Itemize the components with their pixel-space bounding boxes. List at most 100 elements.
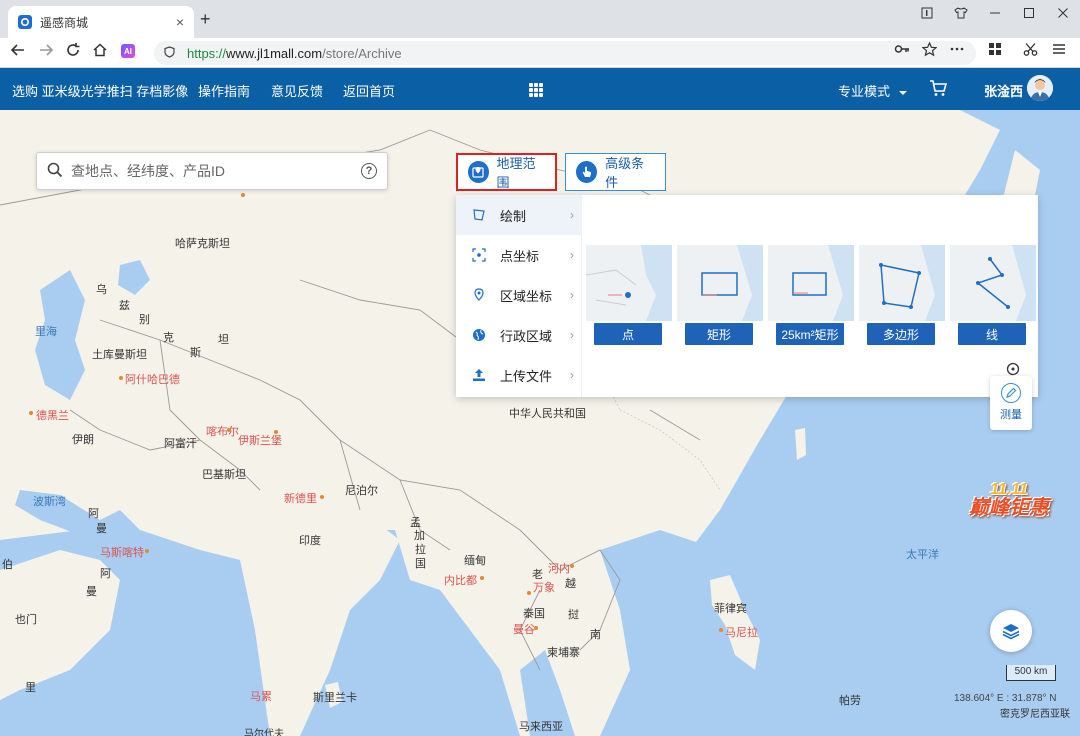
map-label: 内比都 bbox=[444, 575, 477, 587]
map-label: 缅甸 bbox=[464, 555, 486, 567]
map-label: 斯 bbox=[190, 347, 201, 359]
map-label: 尼泊尔 bbox=[345, 485, 378, 497]
map-label: 别 bbox=[139, 314, 150, 326]
draw-option-polygon[interactable]: 多边形 bbox=[859, 245, 945, 349]
promo-main-text: 巅峰钜惠 bbox=[969, 497, 1049, 519]
map-label: 柬埔寨 bbox=[547, 647, 580, 659]
caret-down-icon bbox=[898, 90, 907, 95]
map-label: 阿 bbox=[88, 508, 99, 520]
map-label: 曼 bbox=[86, 586, 97, 598]
close-window-icon[interactable] bbox=[1046, 7, 1080, 22]
extensions-grid-icon[interactable] bbox=[988, 42, 1002, 59]
minimize-icon[interactable] bbox=[978, 7, 1012, 22]
reload-icon[interactable] bbox=[65, 42, 81, 63]
advanced-filter-button[interactable]: 高级条件 bbox=[565, 153, 666, 191]
search-icon bbox=[47, 162, 63, 181]
option-label: 25km²矩形 bbox=[776, 323, 844, 345]
more-dots-icon[interactable] bbox=[950, 42, 964, 59]
apps-grid-icon[interactable] bbox=[529, 83, 543, 97]
option-thumbnail bbox=[950, 245, 1036, 321]
map-label: 马斯喀特 bbox=[100, 547, 144, 559]
measure-label: 测量 bbox=[1000, 409, 1022, 421]
security-shield-icon[interactable] bbox=[164, 45, 175, 61]
map-label: 马来西亚 bbox=[519, 721, 563, 733]
map-label: 里海 bbox=[35, 326, 57, 338]
bookmark-star-icon[interactable] bbox=[921, 41, 938, 60]
search-input[interactable] bbox=[71, 163, 361, 179]
map-label: 太平洋 bbox=[906, 549, 939, 561]
option-thumbnail bbox=[586, 245, 672, 321]
option-thumbnail bbox=[677, 245, 763, 321]
menu-item-area-coord[interactable]: 区域坐标 › bbox=[456, 275, 582, 315]
nav-guide[interactable]: 操作指南 bbox=[198, 81, 250, 100]
geo-range-label: 地理范围 bbox=[496, 156, 536, 190]
ruler-pencil-icon bbox=[1001, 383, 1021, 403]
map-label: 马尔代夫 bbox=[244, 729, 284, 736]
shirt-icon[interactable] bbox=[944, 6, 978, 22]
forward-arrow-icon[interactable] bbox=[38, 42, 54, 63]
menu-item-label: 绘制 bbox=[500, 208, 527, 224]
map-label: 阿富汗 bbox=[164, 438, 197, 450]
map-label: 挝 bbox=[568, 609, 579, 621]
draw-option-line[interactable]: 线 bbox=[950, 245, 1036, 349]
menu-item-point-coord[interactable]: 点坐标 › bbox=[456, 235, 582, 275]
menu-item-draw[interactable]: 绘制 › bbox=[456, 195, 582, 235]
url-field[interactable]: https:// www.jl1mall.com /store/Archive bbox=[154, 41, 976, 65]
scissors-icon[interactable] bbox=[1023, 42, 1038, 60]
menu-item-label: 区域坐标 bbox=[500, 288, 553, 304]
promo-banner[interactable]: 11.11 巅峰钜惠 bbox=[965, 481, 1053, 519]
maximize-icon[interactable] bbox=[1012, 7, 1046, 22]
map-label: 克 bbox=[163, 332, 174, 344]
option-label: 多边形 bbox=[867, 323, 935, 345]
user-avatar[interactable] bbox=[1027, 75, 1053, 101]
tab-counter-icon[interactable] bbox=[910, 7, 944, 22]
mode-label: 专业模式 bbox=[838, 84, 891, 99]
city-dot bbox=[719, 628, 723, 632]
city-dot bbox=[570, 564, 574, 568]
new-tab-button[interactable]: + bbox=[200, 10, 211, 28]
map-label: 国 bbox=[415, 558, 426, 570]
draw-option-point[interactable]: 点 bbox=[586, 245, 672, 349]
menu-item-upload-file[interactable]: 上传文件 › bbox=[456, 355, 582, 395]
chevron-right-icon: › bbox=[570, 368, 574, 382]
mode-dropdown[interactable]: 专业模式 bbox=[838, 81, 908, 100]
nav-home[interactable]: 返回首页 bbox=[343, 81, 395, 100]
draw-option-rectangle[interactable]: 矩形 bbox=[677, 245, 763, 349]
cart-icon[interactable] bbox=[929, 79, 948, 100]
advanced-filter-label: 高级条件 bbox=[605, 156, 645, 190]
window-controls bbox=[910, 0, 1080, 28]
home-icon[interactable] bbox=[92, 42, 108, 63]
search-box: ? bbox=[36, 152, 388, 190]
layers-button[interactable] bbox=[990, 610, 1032, 652]
browser-tab[interactable]: 遥感商城 × bbox=[8, 6, 194, 38]
promo-top-text: 11.11 bbox=[990, 481, 1028, 498]
geo-method-menu: 绘制 › 点坐标 › 区域坐标 › 行政区域 › 上传文件 › bbox=[456, 195, 582, 397]
url-host: www.jl1mall.com bbox=[226, 45, 323, 61]
menu-item-admin-region[interactable]: 行政区域 › bbox=[456, 315, 582, 355]
map-label: 巴基斯坦 bbox=[202, 469, 246, 481]
key-icon[interactable] bbox=[894, 42, 910, 59]
measure-button[interactable]: 测量 bbox=[990, 376, 1032, 430]
nav-feedback[interactable]: 意见反馈 bbox=[271, 81, 323, 100]
city-dot bbox=[145, 549, 149, 553]
ai-assistant-icon[interactable]: AI bbox=[121, 44, 135, 58]
map-label: 伯 bbox=[2, 559, 13, 571]
url-path: /store/Archive bbox=[322, 45, 402, 61]
map-label: 里 bbox=[25, 682, 36, 694]
map-label: 乌 bbox=[96, 284, 107, 296]
back-arrow-icon[interactable] bbox=[10, 42, 26, 63]
tab-close-icon[interactable]: × bbox=[176, 15, 184, 29]
map-label: 哈萨克斯坦 bbox=[175, 238, 230, 250]
map-pin-icon bbox=[468, 161, 489, 183]
url-protocol: https:// bbox=[187, 45, 227, 61]
city-dot bbox=[274, 430, 278, 434]
geo-range-button[interactable]: 地理范围 bbox=[456, 153, 557, 191]
chevron-right-icon: › bbox=[570, 208, 574, 222]
map-label: 曼 bbox=[96, 523, 107, 535]
nav-select-archive[interactable]: 选购 亚米级光学推扫 存档影像 bbox=[12, 81, 188, 100]
user-name[interactable]: 张淦西 bbox=[984, 81, 1023, 100]
upload-icon bbox=[472, 368, 486, 382]
draw-option-25km-rectangle[interactable]: 25km²矩形 bbox=[768, 245, 854, 349]
menu-hamburger-icon[interactable] bbox=[1052, 42, 1066, 59]
help-icon[interactable]: ? bbox=[361, 163, 377, 179]
